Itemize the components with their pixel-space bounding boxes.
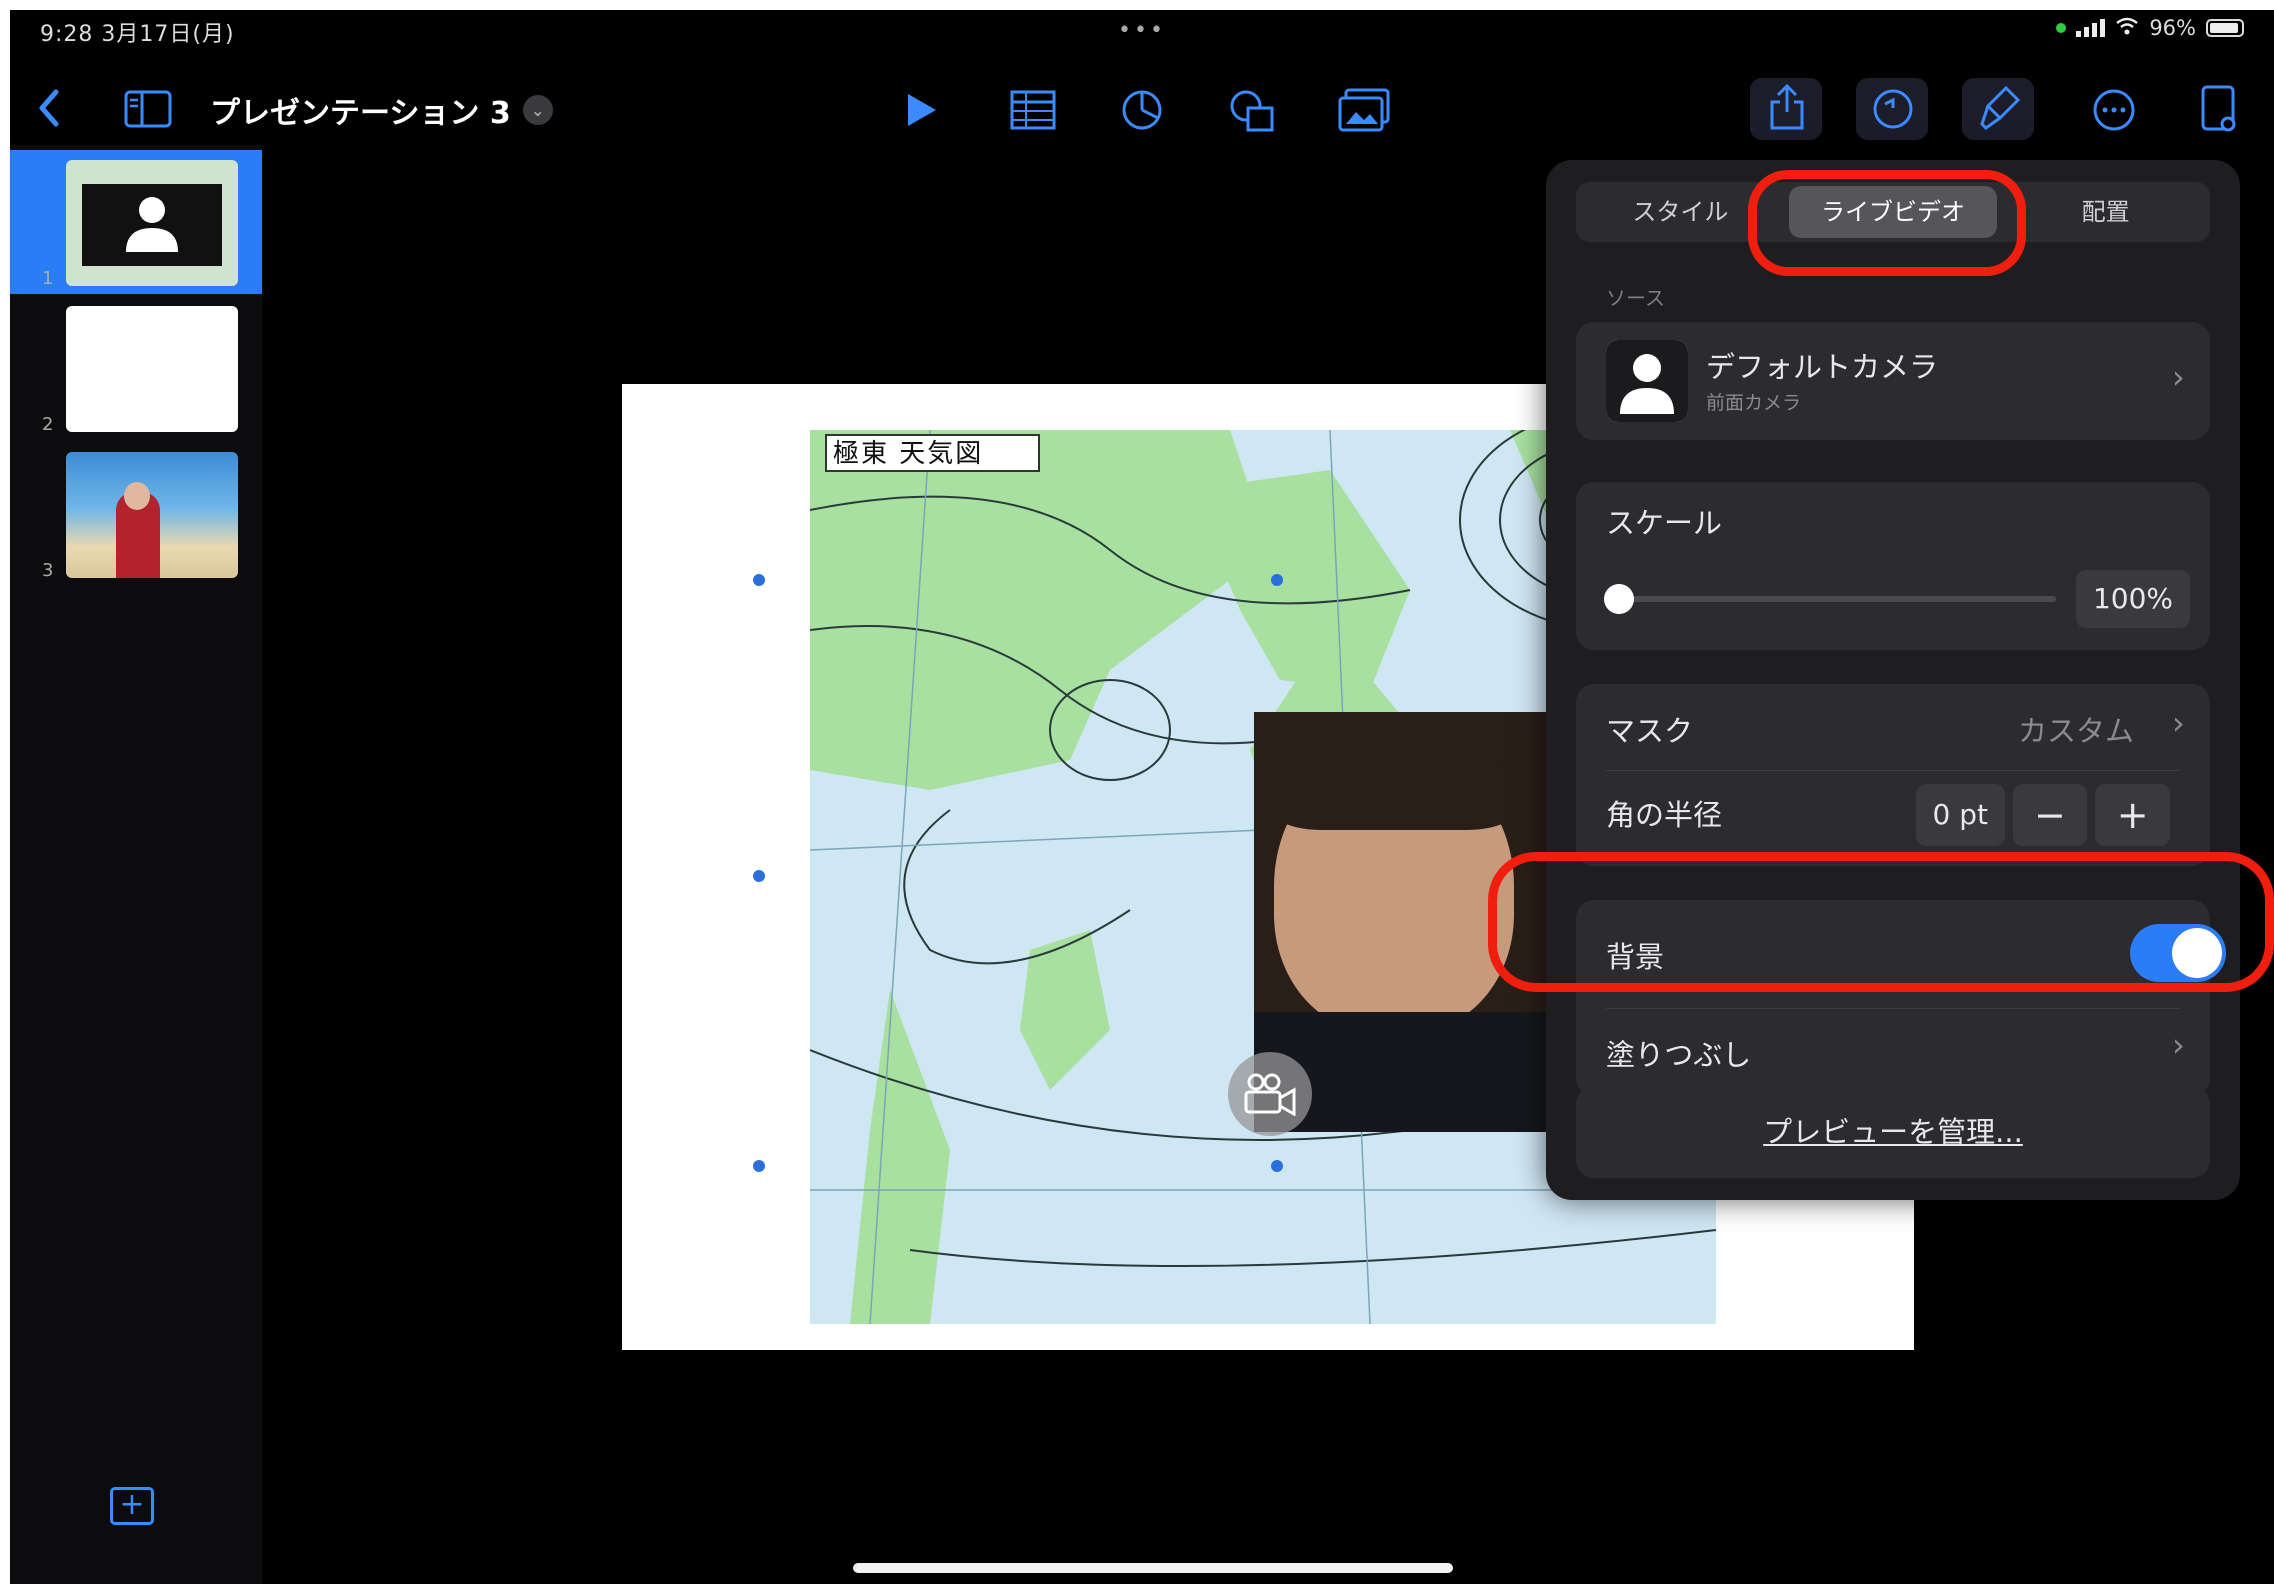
document-icon[interactable]: [2200, 84, 2238, 134]
multitask-dots[interactable]: •••: [1118, 18, 1166, 43]
person-icon: [1606, 340, 1688, 422]
slide-thumbnail-3[interactable]: [66, 452, 238, 578]
manage-preview-row[interactable]: プレビューを管理...: [1576, 1086, 2210, 1178]
media-icon[interactable]: [1338, 88, 1390, 132]
map-title: 極東 天気図: [825, 434, 1040, 472]
source-subtitle: 前面カメラ: [1706, 392, 1802, 414]
slide-thumbnail-2[interactable]: [66, 306, 238, 432]
slide-number: 2: [42, 414, 54, 435]
scale-value[interactable]: 100%: [2076, 570, 2190, 628]
selection-handle[interactable]: [753, 870, 765, 882]
cellular-signal-icon: [2076, 19, 2106, 37]
thumbnail-camera-placeholder: [82, 184, 222, 266]
fill-chevron-icon[interactable]: ›: [2172, 1026, 2185, 1064]
sidebar-icon[interactable]: [124, 90, 172, 128]
table-icon[interactable]: [1010, 90, 1056, 130]
battery-icon: [2206, 19, 2244, 37]
share-icon[interactable]: [1768, 84, 1806, 132]
status-indicators: 96%: [2056, 16, 2244, 40]
selection-handle[interactable]: [1271, 1160, 1283, 1172]
mask-label: マスク: [1606, 714, 1694, 748]
ipad-screen: 9:28 3月17日(月) ••• 96% プレゼンテーション 3 ⌄ 1 2 …: [10, 10, 2274, 1584]
chart-icon[interactable]: [1120, 88, 1164, 132]
increment-button[interactable]: +: [2095, 784, 2171, 846]
person-icon: [126, 197, 178, 252]
scale-slider-knob[interactable]: [1604, 584, 1634, 614]
decrement-button[interactable]: −: [2012, 784, 2088, 846]
format-brush-icon[interactable]: [1978, 84, 2022, 132]
tab-arrange[interactable]: 配置: [2001, 182, 2210, 242]
mask-value[interactable]: カスタム: [2018, 708, 2134, 750]
home-indicator[interactable]: [853, 1563, 1453, 1573]
thumbnail-face: [124, 482, 150, 510]
divider: [1606, 770, 2180, 771]
mask-card: マスク カスタム › 角の半径 0 pt − +: [1576, 684, 2210, 866]
scale-card: スケール 100%: [1576, 482, 2210, 650]
add-slide-button[interactable]: +: [110, 1487, 154, 1525]
source-row[interactable]: デフォルトカメラ 前面カメラ ›: [1576, 322, 2210, 440]
wifi-icon: [2115, 16, 2139, 40]
slide-thumbnail-1[interactable]: [66, 160, 238, 286]
format-popover: スタイル ライブビデオ 配置 ソース デフォルトカメラ 前面カメラ › スケール…: [1546, 160, 2240, 1200]
slide-number: 1: [42, 268, 54, 289]
title-chevron-icon[interactable]: ⌄: [522, 95, 553, 125]
scale-slider-track[interactable]: [1616, 596, 2056, 602]
mask-chevron-icon[interactable]: ›: [2172, 704, 2185, 742]
fill-label: 塗りつぶし: [1606, 1038, 1752, 1072]
source-title: デフォルトカメラ: [1706, 350, 1939, 384]
corner-radius-value[interactable]: 0 pt: [1916, 784, 2005, 846]
source-section-label: ソース: [1606, 286, 1665, 310]
highlight-background-toggle: [1488, 852, 2274, 992]
document-title[interactable]: プレゼンテーション 3 ⌄: [210, 88, 553, 132]
battery-percent: 96%: [2149, 16, 2196, 40]
shapes-icon[interactable]: [1228, 88, 1276, 134]
status-time: 9:28 3月17日(月): [40, 22, 235, 47]
highlight-live-video-tab: [1748, 170, 2026, 276]
back-chevron-icon[interactable]: [36, 88, 62, 128]
corner-radius-stepper: 0 pt − +: [1916, 784, 2171, 846]
camera-indicator-icon: [2056, 23, 2067, 33]
camera-source-avatar: [1606, 340, 1688, 422]
manage-preview-link[interactable]: プレビューを管理...: [1576, 1086, 2210, 1178]
presenter-hair: [1274, 740, 1514, 830]
play-icon[interactable]: [900, 90, 940, 130]
undo-icon[interactable]: [1872, 88, 1914, 130]
document-title-text: プレゼンテーション 3: [210, 96, 511, 131]
corner-radius-label: 角の半径: [1606, 798, 1723, 832]
more-icon[interactable]: [2092, 88, 2136, 132]
scale-label: スケール: [1606, 506, 1723, 540]
slide-number: 3: [42, 560, 54, 581]
selection-handle[interactable]: [753, 1160, 765, 1172]
divider: [1606, 1008, 2180, 1009]
selection-handle[interactable]: [753, 574, 765, 586]
video-camera-icon[interactable]: [1228, 1052, 1312, 1136]
selection-handle[interactable]: [1271, 574, 1283, 586]
source-chevron-icon: ›: [2172, 358, 2185, 396]
